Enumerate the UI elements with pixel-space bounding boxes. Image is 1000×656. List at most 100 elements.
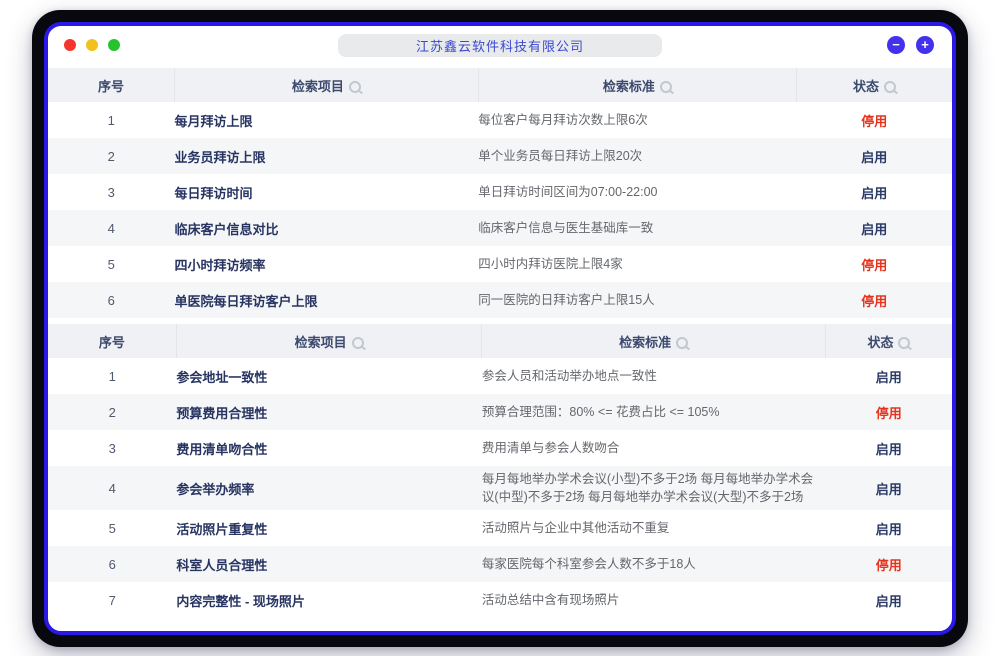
column-header-label: 检索项目 [295,335,347,350]
row-number-cell: 5 [48,246,175,282]
rule-standard-cell: 参会人员和活动举办地点一致性 [482,358,826,394]
search-icon[interactable] [349,81,361,93]
rule-item-cell: 活动照片重复性 [176,510,482,546]
column-header-label: 序号 [98,79,124,94]
rules-table-2: 序号检索项目检索标准状态1参会地址一致性参会人员和活动举办地点一致性启用2预算费… [48,324,952,618]
search-icon[interactable] [898,337,910,349]
rules-table-1: 序号检索项目检索标准状态1每月拜访上限每位客户每月拜访次数上限6次停用2业务员拜… [48,68,952,318]
close-button[interactable] [64,39,76,51]
row-number-cell: 7 [48,582,176,618]
plus-button[interactable]: + [916,36,934,54]
window-bezel: 江苏鑫云软件科技有限公司 − + 序号检索项目检索标准状态1每月拜访上限每位客户… [32,10,968,647]
rule-item-cell: 四小时拜访频率 [175,246,479,282]
column-header-standard[interactable]: 检索标准 [482,324,826,358]
rule-item-cell: 临床客户信息对比 [175,210,479,246]
minus-button[interactable]: − [887,36,905,54]
rule-status-cell: 启用 [825,582,952,618]
column-header-no[interactable]: 序号 [48,324,176,358]
table-row: 4临床客户信息对比临床客户信息与医生基础库一致启用 [48,210,952,246]
rule-item-cell: 每月拜访上限 [175,102,479,138]
row-number-cell: 2 [48,394,176,430]
table-row: 3每日拜访时间单日拜访时间区间为07:00-22:00启用 [48,174,952,210]
row-number-cell: 4 [48,466,176,510]
row-number-cell: 3 [48,430,176,466]
column-header-item[interactable]: 检索项目 [176,324,482,358]
rule-standard-cell: 单个业务员每日拜访上限20次 [478,138,796,174]
header-row: 序号 检索项目 检索标准 状态 [48,324,952,358]
column-header-label: 状态 [853,79,879,94]
search-icon[interactable] [352,337,364,349]
row-number-cell: 1 [48,102,175,138]
titlebar: 江苏鑫云软件科技有限公司 − + [48,26,952,64]
rule-status-cell: 停用 [825,394,952,430]
rule-item-cell: 参会举办频率 [176,466,482,510]
column-header-status[interactable]: 状态 [825,324,952,358]
rule-status-cell: 启用 [825,510,952,546]
zoom-button[interactable] [108,39,120,51]
rule-item-cell: 费用清单吻合性 [176,430,482,466]
rule-standard-cell: 活动照片与企业中其他活动不重复 [482,510,826,546]
row-number-cell: 3 [48,174,175,210]
rule-status-cell: 停用 [796,246,952,282]
rule-item-cell: 业务员拜访上限 [175,138,479,174]
column-header-label: 检索项目 [292,79,344,94]
rule-standard-cell: 四小时内拜访医院上限4家 [478,246,796,282]
table-row: 3费用清单吻合性费用清单与参会人数吻合启用 [48,430,952,466]
rule-item-cell: 每日拜访时间 [175,174,479,210]
tables-root: 序号检索项目检索标准状态1每月拜访上限每位客户每月拜访次数上限6次停用2业务员拜… [48,68,952,618]
rule-standard-cell: 单日拜访时间区间为07:00-22:00 [478,174,796,210]
rule-status-cell: 停用 [796,282,952,318]
rule-item-cell: 参会地址一致性 [176,358,482,394]
table-row: 1每月拜访上限每位客户每月拜访次数上限6次停用 [48,102,952,138]
row-number-cell: 2 [48,138,175,174]
table-row: 2业务员拜访上限单个业务员每日拜访上限20次启用 [48,138,952,174]
column-header-label: 状态 [867,335,893,350]
rule-status-cell: 启用 [825,430,952,466]
rule-standard-cell: 每月每地举办学术会议(小型)不多于2场 每月每地举办学术会议(中型)不多于2场 … [482,466,826,510]
rule-status-cell: 停用 [796,102,952,138]
column-header-item[interactable]: 检索项目 [175,68,479,102]
column-header-no[interactable]: 序号 [48,68,175,102]
column-header-label: 检索标准 [619,335,671,350]
table-row: 1参会地址一致性参会人员和活动举办地点一致性启用 [48,358,952,394]
rule-standard-cell: 每家医院每个科室参会人数不多于18人 [482,546,826,582]
column-header-status[interactable]: 状态 [796,68,952,102]
search-icon[interactable] [676,337,688,349]
search-icon[interactable] [660,81,672,93]
rule-item-cell: 内容完整性 - 现场照片 [176,582,482,618]
column-header-label: 序号 [99,335,125,350]
rule-standard-cell: 临床客户信息与医生基础库一致 [478,210,796,246]
window-title: 江苏鑫云软件科技有限公司 [338,34,662,57]
column-header-standard[interactable]: 检索标准 [478,68,796,102]
table-row: 5活动照片重复性活动照片与企业中其他活动不重复启用 [48,510,952,546]
traffic-lights [48,39,120,51]
table-row: 6单医院每日拜访客户上限同一医院的日拜访客户上限15人停用 [48,282,952,318]
rule-status-cell: 启用 [825,358,952,394]
row-number-cell: 6 [48,546,176,582]
rule-status-cell: 启用 [796,174,952,210]
table-row: 5四小时拜访频率四小时内拜访医院上限4家停用 [48,246,952,282]
table-row: 6科室人员合理性每家医院每个科室参会人数不多于18人停用 [48,546,952,582]
rule-status-cell: 启用 [796,138,952,174]
rule-standard-cell: 预算合理范围：80% <= 花费占比 <= 105% [482,394,826,430]
rule-item-cell: 科室人员合理性 [176,546,482,582]
table-row: 2预算费用合理性预算合理范围：80% <= 花费占比 <= 105%停用 [48,394,952,430]
rule-standard-cell: 活动总结中含有现场照片 [482,582,826,618]
header-row: 序号 检索项目 检索标准 状态 [48,68,952,102]
rule-status-cell: 停用 [825,546,952,582]
search-icon[interactable] [884,81,896,93]
row-number-cell: 1 [48,358,176,394]
table-row: 7内容完整性 - 现场照片活动总结中含有现场照片启用 [48,582,952,618]
rule-standard-cell: 费用清单与参会人数吻合 [482,430,826,466]
row-number-cell: 6 [48,282,175,318]
rule-item-cell: 预算费用合理性 [176,394,482,430]
row-number-cell: 4 [48,210,175,246]
rule-item-cell: 单医院每日拜访客户上限 [175,282,479,318]
row-number-cell: 5 [48,510,176,546]
rule-standard-cell: 每位客户每月拜访次数上限6次 [478,102,796,138]
window-action-buttons: − + [887,36,952,54]
rule-status-cell: 启用 [796,210,952,246]
minimize-button[interactable] [86,39,98,51]
table-row: 4参会举办频率每月每地举办学术会议(小型)不多于2场 每月每地举办学术会议(中型… [48,466,952,510]
rule-status-cell: 启用 [825,466,952,510]
